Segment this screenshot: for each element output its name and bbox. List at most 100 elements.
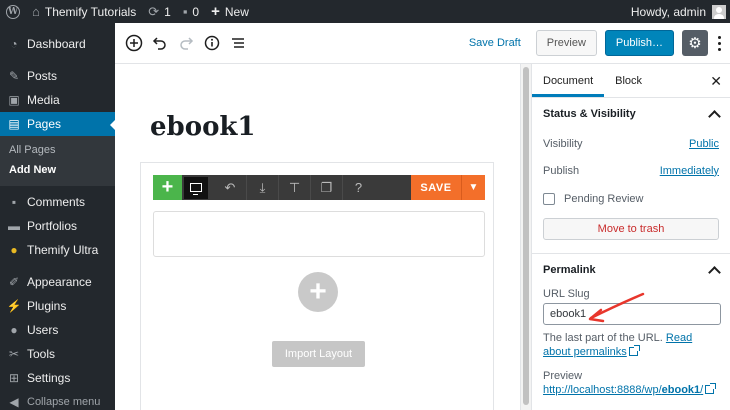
submenu-add-new[interactable]: Add New xyxy=(0,160,115,180)
post-title[interactable]: ebook1 xyxy=(150,112,256,142)
sidebar-item-portfolios[interactable]: ▬ Portfolios xyxy=(0,214,115,238)
preview-url-row: http://localhost:8888/wp/ebook1/ xyxy=(532,383,730,397)
sidebar-item-tools[interactable]: ✂ Tools xyxy=(0,342,115,366)
publish-button[interactable]: Publish… xyxy=(604,30,674,56)
sidebar-item-appearance[interactable]: ✐ Appearance xyxy=(0,270,115,294)
builder-empty-row[interactable] xyxy=(153,211,485,257)
duplicate-icon: ❐ xyxy=(320,179,333,195)
visibility-link[interactable]: Public xyxy=(689,138,719,150)
pages-submenu: All Pages Add New xyxy=(0,136,115,186)
close-icon: ✕ xyxy=(710,73,722,89)
builder-layouts-button[interactable]: ⊤ xyxy=(278,175,310,200)
settings-sidebar: Document Block ✕ Status & Visibility Vis… xyxy=(531,64,730,410)
wrench-icon: ✂ xyxy=(8,347,20,361)
preview-label: Preview xyxy=(543,370,583,382)
submenu-all-pages[interactable]: All Pages xyxy=(0,140,115,160)
builder-duplicate-button[interactable]: ❐ xyxy=(310,175,342,200)
scrollbar-thumb[interactable] xyxy=(523,67,529,405)
sidebar-item-users[interactable]: ● Users xyxy=(0,318,115,342)
plug-icon: ⚡ xyxy=(6,299,22,313)
block-navigation-button[interactable] xyxy=(225,30,251,56)
preview-button[interactable]: Preview xyxy=(535,30,597,56)
comments-count: 0 xyxy=(192,4,200,19)
builder-desktop-view-button[interactable] xyxy=(184,176,208,199)
collapse-icon: ◀ xyxy=(9,395,19,409)
chevron-up-icon xyxy=(708,265,721,279)
new-content-menu[interactable]: + New xyxy=(205,0,255,23)
pending-review-label: Pending Review xyxy=(564,193,644,205)
builder-undo-button[interactable]: ↶ xyxy=(214,175,246,200)
url-slug-label: URL Slug xyxy=(543,288,590,300)
collapse-menu-button[interactable]: ◀ Collapse menu xyxy=(0,390,115,410)
updates-menu[interactable]: ⟳ 1 xyxy=(142,0,177,23)
avatar xyxy=(712,4,726,19)
builder-add-button[interactable]: + xyxy=(153,175,182,200)
sidebar-item-comments[interactable]: ▪ Comments xyxy=(0,190,115,214)
sidebar-item-settings[interactable]: ⊞ Settings xyxy=(0,366,115,390)
sidebar-item-dashboard[interactable]: ◔ Dashboard xyxy=(0,32,115,56)
builder-add-row-button[interactable]: + xyxy=(298,272,338,312)
undo-icon xyxy=(152,37,166,50)
sidebar-item-posts[interactable]: ✎ Posts xyxy=(0,64,115,88)
layout-icon: ⊤ xyxy=(288,179,301,195)
tab-block[interactable]: Block xyxy=(604,64,653,97)
sidebar-item-label: Posts xyxy=(27,69,58,83)
collapse-menu-label: Collapse menu xyxy=(27,396,101,408)
sidebar-item-media[interactable]: ▣ Media xyxy=(0,88,115,112)
builder-help-button[interactable]: ? xyxy=(342,175,374,200)
builder-import-button[interactable]: ⤓ xyxy=(246,175,278,200)
sidebar-item-themify-ultra[interactable]: ● Themify Ultra xyxy=(0,238,115,262)
content-scrollbar[interactable] xyxy=(520,64,531,410)
sidebar-item-plugins[interactable]: ⚡ Plugins xyxy=(0,294,115,318)
permalink-help-text: The last part of the URL. xyxy=(543,332,663,344)
sidebar-item-label: Media xyxy=(27,93,60,107)
close-settings-button[interactable]: ✕ xyxy=(710,73,722,90)
chevron-up-icon xyxy=(708,109,721,123)
preview-url-prefix: http://localhost:8888/wp/ xyxy=(543,384,662,396)
save-draft-button[interactable]: Save Draft xyxy=(469,37,521,49)
site-name: Themify Tutorials xyxy=(44,4,137,19)
my-account-menu[interactable]: Howdy, admin xyxy=(630,4,730,19)
content-info-button[interactable] xyxy=(199,30,225,56)
url-slug-input[interactable]: ebook1 xyxy=(543,303,721,325)
themify-builder-block: + ↶ ⤓ ⊤ ❐ ? SAVE ▼ + Import Layout xyxy=(140,162,494,410)
redo-icon xyxy=(180,37,194,50)
sidebar-item-label: Plugins xyxy=(27,299,67,313)
wp-logo-menu[interactable]: W xyxy=(0,0,26,23)
plus-icon: + xyxy=(161,176,174,198)
sidebar-item-label: Dashboard xyxy=(27,37,86,51)
sidebar-item-pages[interactable]: ▤ Pages xyxy=(0,112,116,136)
sidebar-item-label: Tools xyxy=(27,347,56,361)
more-tools-button[interactable] xyxy=(712,30,726,56)
sidebar-item-label: Appearance xyxy=(27,275,92,289)
redo-button[interactable] xyxy=(173,30,199,56)
comments-menu[interactable]: ▪ 0 xyxy=(177,0,205,23)
home-icon: ⌂ xyxy=(32,4,40,19)
sidebar-item-label: Themify Ultra xyxy=(27,243,99,257)
preview-url-link[interactable]: http://localhost:8888/wp/ebook1/ xyxy=(543,384,703,396)
add-block-button[interactable] xyxy=(121,30,147,56)
howdy-text: Howdy, admin xyxy=(630,4,706,19)
editor-header: Save Draft Preview Publish… ⚙ xyxy=(115,23,730,64)
site-name-menu[interactable]: ⌂ Themify Tutorials xyxy=(26,0,142,23)
chevron-down-icon: ▼ xyxy=(468,182,479,193)
page-icon: ▤ xyxy=(8,117,20,131)
undo-button[interactable] xyxy=(147,30,173,56)
help-icon: ? xyxy=(354,180,363,195)
pending-review-checkbox[interactable] xyxy=(543,193,555,205)
move-to-trash-button[interactable]: Move to trash xyxy=(543,218,719,240)
status-visibility-toggle[interactable]: Status & Visibility xyxy=(532,98,730,130)
builder-save-dropdown[interactable]: ▼ xyxy=(461,175,485,200)
visibility-row: Visibility Public xyxy=(532,130,730,157)
permalink-toggle[interactable]: Permalink xyxy=(532,254,730,286)
settings-icon: ⊞ xyxy=(8,371,20,385)
external-link-icon xyxy=(705,383,717,394)
tab-document[interactable]: Document xyxy=(532,64,605,97)
publish-date-link[interactable]: Immediately xyxy=(660,165,719,177)
preview-url-slug: ebook1 xyxy=(661,384,701,396)
settings-toggle-button[interactable]: ⚙ xyxy=(682,30,708,56)
import-layout-button[interactable]: Import Layout xyxy=(272,341,365,367)
builder-save-button[interactable]: SAVE xyxy=(411,175,461,200)
admin-sidebar: ◔ Dashboard ✎ Posts ▣ Media ▤ Pages All … xyxy=(0,23,116,410)
builder-toolbar: + ↶ ⤓ ⊤ ❐ ? SAVE ▼ xyxy=(153,175,485,200)
